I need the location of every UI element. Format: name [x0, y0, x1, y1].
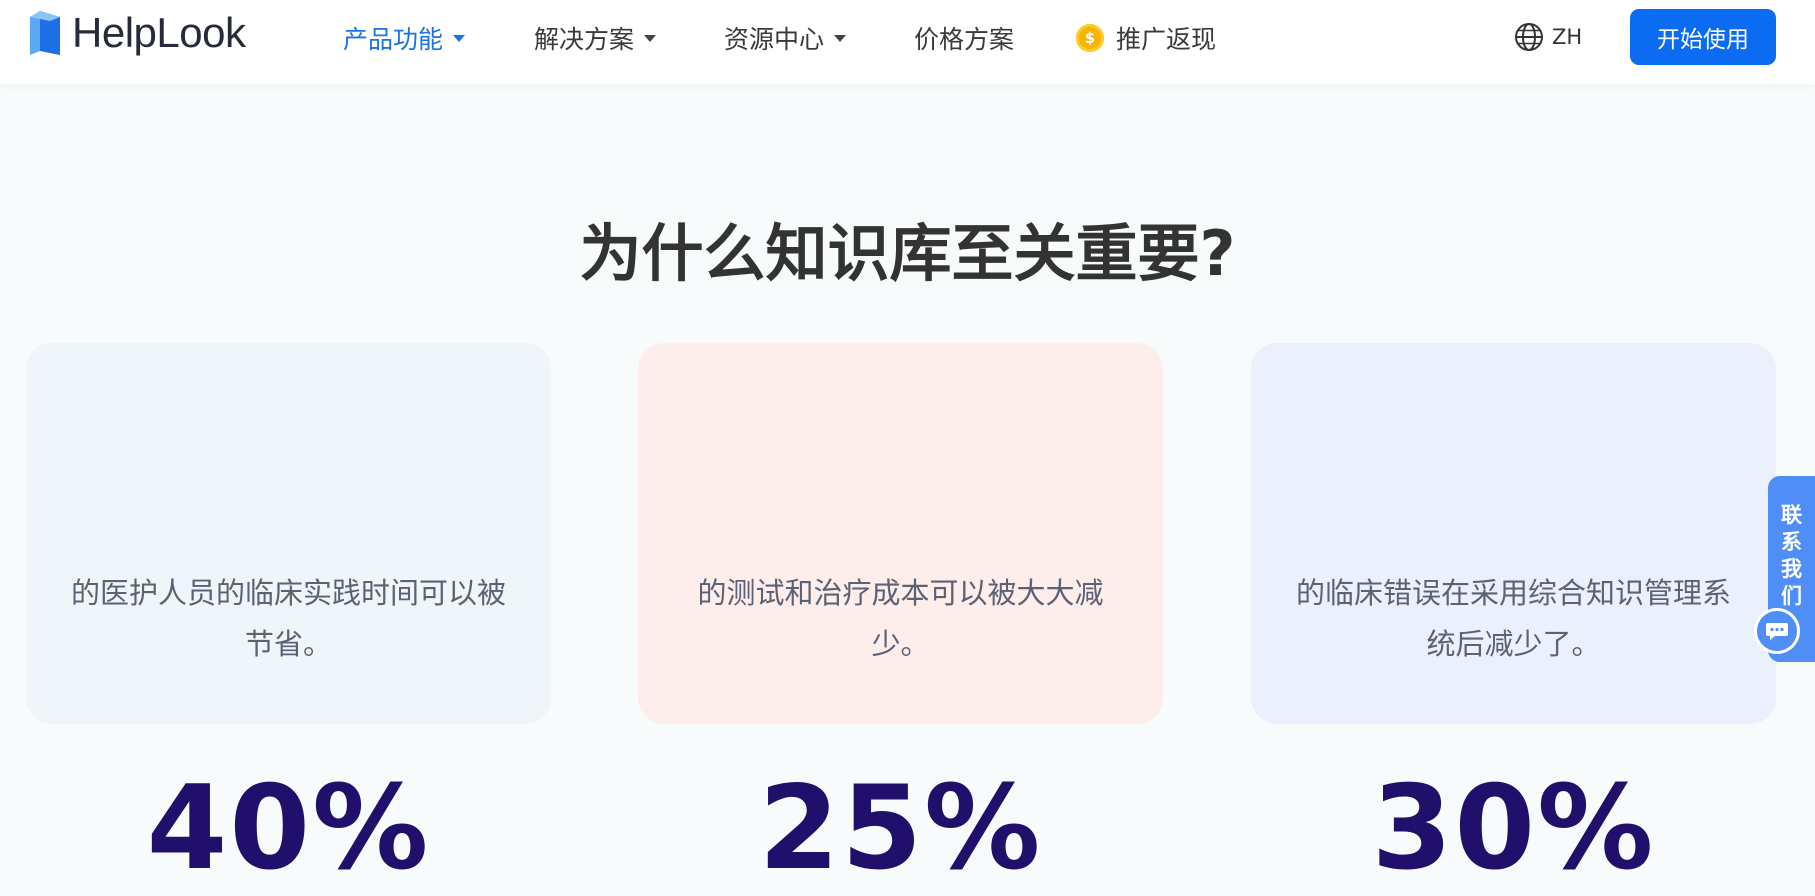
nav-resources[interactable]: 资源中心 — [724, 18, 847, 58]
top-navbar: HelpLook 产品功能 解决方案 资源中心 价格方案 $ 推广返现 ZH 开… — [0, 0, 1815, 84]
nav-label: 价格方案 — [914, 25, 1015, 54]
nav-product-features[interactable]: 产品功能 — [343, 18, 466, 58]
section-title: 为什么知识库至关重要? — [579, 217, 1236, 290]
stat-description-line: 少。 — [871, 627, 930, 661]
coin-icon: $ — [1076, 24, 1104, 52]
stat-description: 的临床错误在采用综合知识管理系 统后减少了。 — [1281, 568, 1746, 670]
chevron-down-icon — [644, 34, 657, 42]
stat-value: 30% — [1371, 761, 1656, 896]
nav-referral[interactable]: $ 推广返现 — [1076, 18, 1216, 58]
chevron-down-icon — [453, 34, 466, 42]
stat-description: 的测试和治疗成本可以被大大减 少。 — [668, 568, 1133, 670]
language-switcher[interactable]: ZH — [1514, 22, 1582, 52]
contact-char: 系 — [1781, 530, 1802, 554]
nav-pricing[interactable]: 价格方案 — [914, 18, 1014, 58]
stat-card: 25% 的测试和治疗成本可以被大大减 少。 — [638, 343, 1163, 896]
nav-solutions[interactable]: 解决方案 — [534, 18, 657, 58]
stat-description-line: 的测试和治疗成本可以被大大减 — [697, 576, 1104, 610]
nav-label: 解决方案 — [534, 25, 635, 54]
nav-label: 推广返现 — [1116, 25, 1217, 54]
stat-description: 的医护人员的临床实践时间可以被 节省。 — [56, 568, 521, 670]
brand-name: HelpLook — [72, 9, 246, 56]
stat-value: 40% — [146, 761, 431, 896]
stat-description-line: 节省。 — [244, 627, 332, 661]
nav-label: 资源中心 — [724, 25, 825, 54]
helplook-logo[interactable]: HelpLook — [26, 5, 246, 61]
nav-label: 产品功能 — [343, 25, 444, 54]
logo-mark-icon — [30, 11, 60, 55]
contact-char: 我 — [1781, 557, 1802, 581]
chevron-down-icon — [834, 34, 847, 42]
stat-description-line: 的临床错误在采用综合知识管理系 — [1295, 576, 1731, 610]
language-label: ZH — [1552, 25, 1583, 49]
contact-char: 联 — [1781, 503, 1802, 527]
chat-icon[interactable] — [1754, 608, 1800, 654]
globe-icon — [1515, 23, 1543, 51]
contact-char: 们 — [1781, 584, 1802, 608]
stat-card: 40% 的医护人员的临床实践时间可以被 节省。 — [26, 343, 551, 896]
stat-description-line: 的医护人员的临床实践时间可以被 — [70, 576, 506, 610]
chat-bubble-icon — [1766, 623, 1788, 640]
stat-card: 30% 的临床错误在采用综合知识管理系 统后减少了。 — [1251, 343, 1776, 896]
stat-description-line: 统后减少了。 — [1426, 627, 1601, 661]
stat-value: 25% — [758, 761, 1043, 896]
get-started-button[interactable]: 开始使用 — [1630, 9, 1776, 65]
